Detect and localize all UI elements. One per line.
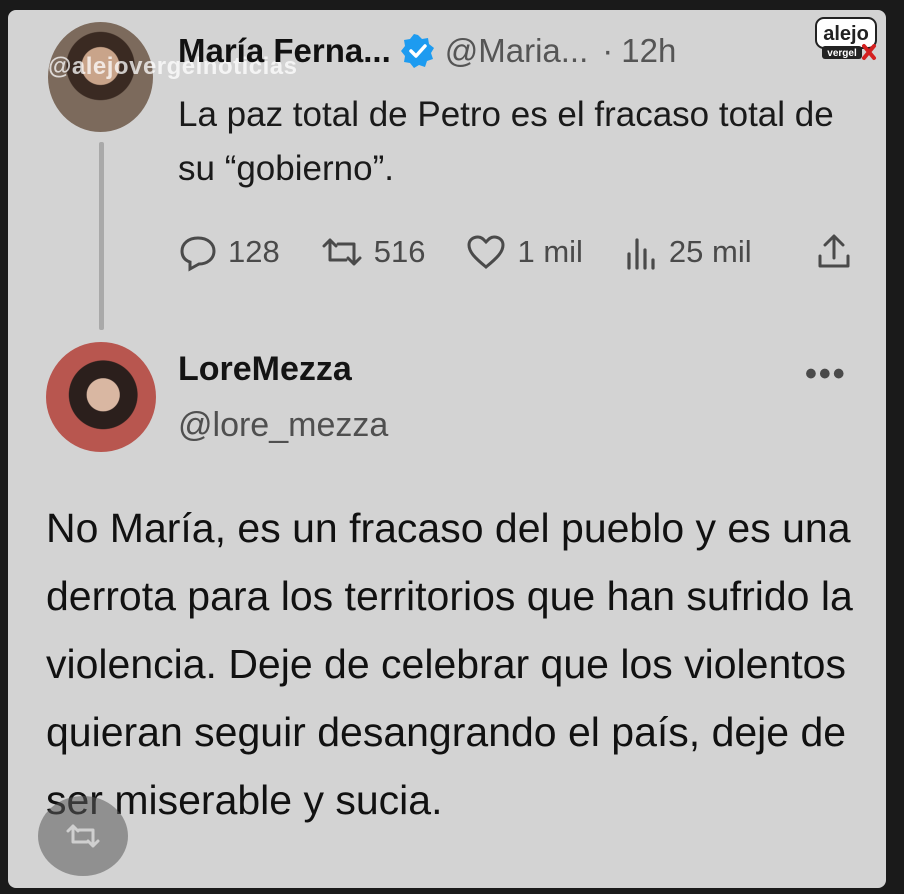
like-count: 1 mil bbox=[517, 234, 583, 269]
author-handle[interactable]: @Maria... bbox=[445, 32, 589, 70]
repost-button[interactable] bbox=[38, 796, 128, 876]
reply-author-handle[interactable]: @lore_mezza bbox=[178, 406, 388, 445]
retweet-button[interactable]: 516 bbox=[320, 232, 426, 272]
reply-icon bbox=[180, 236, 216, 272]
reply-author-name[interactable]: LoreMezza bbox=[178, 350, 352, 389]
reply-avatar[interactable] bbox=[46, 342, 156, 452]
more-icon[interactable]: ••• bbox=[805, 355, 847, 394]
retweet-count: 516 bbox=[373, 234, 426, 269]
reply-button[interactable]: 128 bbox=[178, 232, 280, 272]
like-button[interactable]: 1 mil bbox=[465, 232, 583, 272]
reply-count: 128 bbox=[228, 234, 280, 269]
reply-tweet-text: No María, es un fracaso del pueblo y es … bbox=[46, 505, 853, 823]
like-icon bbox=[467, 235, 505, 269]
separator: · bbox=[602, 32, 614, 69]
brand-line1: alejo bbox=[823, 23, 869, 45]
thread-line bbox=[99, 142, 104, 330]
brand-line2: vergel bbox=[827, 48, 857, 59]
parent-tweet-header: María Ferna... @Maria... · 12h bbox=[178, 32, 676, 70]
timestamp[interactable]: 12h bbox=[621, 32, 676, 70]
retweet-icon bbox=[322, 238, 362, 266]
share-button[interactable] bbox=[814, 232, 854, 277]
share-icon bbox=[818, 234, 850, 268]
verified-badge-icon bbox=[400, 34, 435, 68]
parent-tweet-text: La paz total de Petro es el fracaso tota… bbox=[178, 95, 834, 188]
views-count: 25 mil bbox=[668, 234, 752, 269]
views-icon bbox=[627, 238, 655, 270]
action-bar: 128 516 1 mil 25 mil bbox=[178, 232, 792, 272]
author-name[interactable]: María Ferna... bbox=[178, 32, 391, 70]
tweet-card: @alejovergelnoticias María Ferna... @Mar… bbox=[8, 10, 886, 888]
brand-logo: alejo vergel bbox=[814, 16, 878, 62]
repost-icon bbox=[66, 824, 100, 848]
views-button[interactable]: 25 mil bbox=[623, 232, 752, 272]
